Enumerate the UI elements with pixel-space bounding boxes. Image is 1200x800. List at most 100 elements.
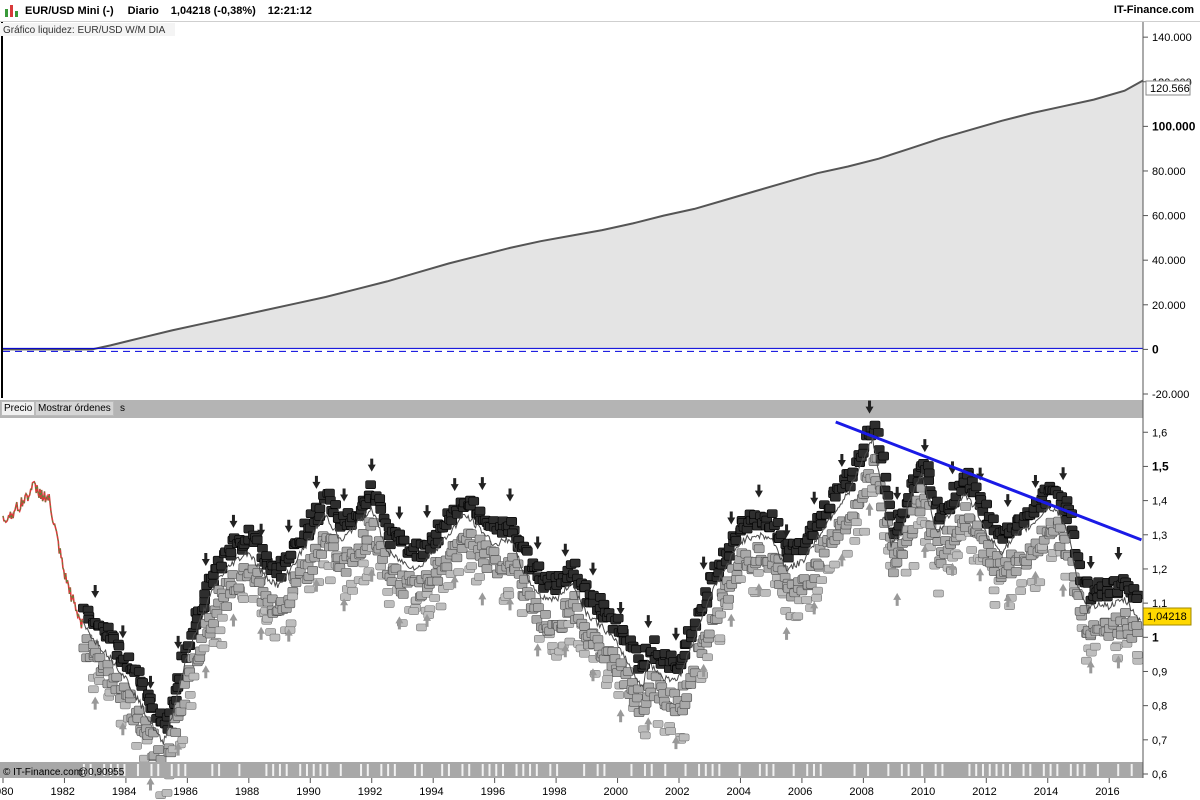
sell-order-marker (923, 476, 935, 485)
buy-order-marker (702, 653, 713, 662)
buy-order-marker (78, 643, 90, 653)
time-tick-label: 1990 (296, 786, 320, 798)
buy-order-marker (432, 576, 444, 586)
strip-tick (603, 764, 606, 776)
time-tick-label: 2016 (1095, 786, 1119, 798)
sell-order-marker (133, 667, 145, 676)
buy-order-marker (801, 596, 812, 604)
buy-order-marker (533, 635, 545, 643)
strip-tick (596, 764, 599, 776)
buy-order-marker (397, 590, 409, 599)
tab-price[interactable]: Precio (1, 401, 36, 416)
strip-tick (305, 764, 308, 776)
sell-order-marker (468, 496, 480, 506)
buy-order-marker (1054, 523, 1066, 533)
sell-order-marker (880, 472, 892, 482)
strip-tick (177, 764, 180, 776)
strip-tick (1049, 764, 1052, 776)
buy-order-marker (1131, 621, 1143, 630)
sell-order-marker (522, 547, 533, 556)
buy-order-marker (316, 550, 327, 559)
strip-tick (447, 764, 450, 776)
sell-order-marker (330, 500, 341, 509)
buy-order-marker (253, 578, 265, 587)
buy-order-marker (960, 502, 971, 511)
buy-order-marker (474, 573, 485, 581)
buy-order-marker (284, 599, 296, 609)
sell-order-marker (569, 558, 581, 568)
instrument-title[interactable]: EUR/USD Mini (-) (25, 5, 114, 17)
sell-order-marker (981, 499, 992, 509)
price-tick-label: 1,6 (1152, 427, 1167, 439)
buy-order-marker (524, 590, 536, 600)
equity-tick-label: 140.000 (1152, 32, 1192, 44)
buy-order-marker (111, 672, 123, 682)
sell-order-marker (924, 468, 935, 478)
sell-order-marker (824, 503, 836, 513)
tab-show-orders[interactable]: Mostrar órdenes (35, 401, 114, 416)
strip-tick (806, 764, 809, 776)
sell-order-marker (103, 622, 114, 632)
buy-order-marker (933, 589, 944, 598)
candlestick-icon (5, 4, 19, 18)
sell-order-marker (285, 550, 297, 560)
strip-tick (529, 764, 532, 776)
period-label[interactable]: Diario (128, 5, 159, 17)
buy-order-marker (416, 623, 427, 632)
time-tick-label: 2014 (1034, 786, 1058, 798)
buy-order-marker (328, 542, 339, 552)
buy-order-marker (1132, 651, 1143, 659)
copyright-label: © IT-Finance.com (3, 767, 82, 778)
buy-order-marker (290, 578, 302, 587)
buy-order-marker (753, 569, 764, 577)
buy-order-marker (153, 745, 164, 754)
strip-tick (921, 764, 924, 776)
strip-tick (157, 764, 160, 776)
sell-order-marker (533, 561, 545, 571)
price-axis: 1,61,51,41,31,21,110,90,80,70,6 (1143, 427, 1169, 781)
strip-tick (583, 764, 586, 776)
sell-order-marker (612, 613, 624, 623)
buy-order-marker (897, 550, 908, 559)
buy-order-marker (238, 595, 249, 603)
buy-order-marker (1132, 628, 1144, 638)
buy-order-marker (1010, 567, 1022, 576)
buy-order-marker (569, 591, 581, 600)
lower-left-value: @0,90955 (78, 767, 125, 778)
sell-order-marker (815, 519, 827, 529)
sell-order-marker (884, 500, 895, 510)
strip-tick (1096, 764, 1099, 776)
strip-tick (988, 764, 991, 776)
strip-tick (1056, 764, 1059, 776)
strip-tick (468, 764, 471, 776)
sell-order-marker (375, 505, 387, 514)
buy-order-marker (989, 601, 1001, 609)
buy-order-marker (208, 619, 219, 628)
time-tick-label: 1992 (358, 786, 382, 798)
strip-tick (136, 764, 139, 776)
last-price-text: 1,04218 (-0,38%) (170, 4, 256, 17)
strip-tick (461, 764, 464, 776)
buy-order-marker (221, 602, 232, 611)
strip-tick (812, 764, 815, 776)
buy-order-marker (715, 610, 726, 619)
strip-tick (265, 764, 268, 776)
chart-canvas[interactable]: 140.000 1 20.000 100.000 80.000 60.000 40.000 2… (0, 22, 1200, 800)
equity-tick-label: 20.000 (1152, 300, 1186, 312)
time-tick-label: 2004 (726, 786, 750, 798)
price-tick-label: 0,8 (1152, 701, 1167, 713)
strip-tick (339, 764, 342, 776)
buy-order-marker (516, 609, 528, 617)
strip-tick (299, 764, 302, 776)
sell-order-marker (137, 677, 148, 687)
buy-order-marker (443, 582, 454, 590)
price-tick-label: 1,4 (1152, 496, 1167, 508)
buy-order-marker (816, 576, 827, 584)
strip-tick (711, 764, 714, 776)
strip-tick (900, 764, 903, 776)
buy-order-marker (678, 733, 690, 742)
buy-order-marker (375, 562, 386, 571)
time-tick-label: 2012 (972, 786, 996, 798)
strip-tick (184, 764, 187, 776)
strip-tick (1069, 764, 1072, 776)
